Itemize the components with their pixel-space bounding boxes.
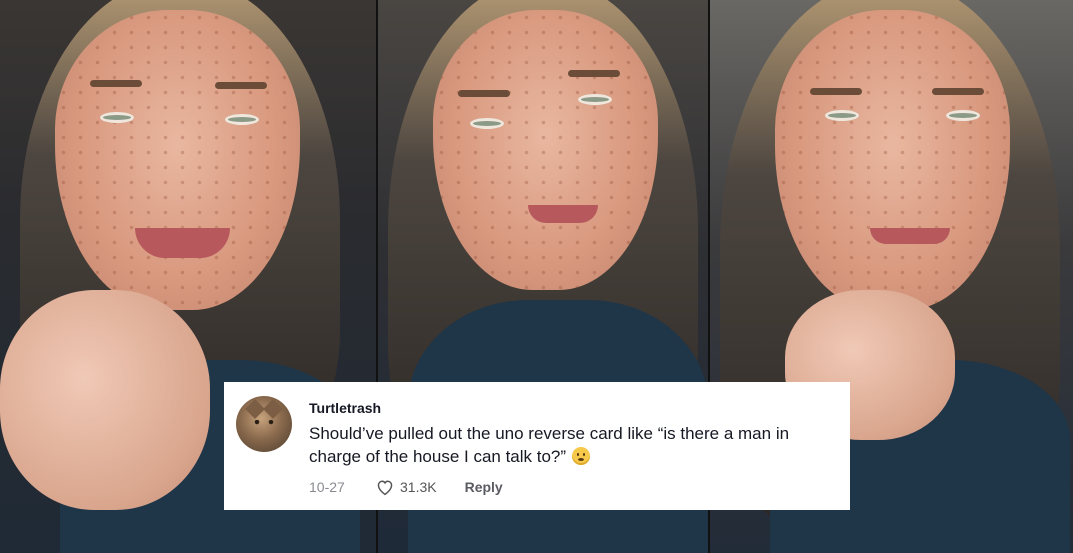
face-with-open-mouth-emoji	[572, 447, 591, 465]
eyebrow	[932, 88, 984, 95]
face	[433, 10, 658, 290]
eye	[100, 112, 134, 123]
face	[775, 10, 1010, 310]
hand	[0, 290, 210, 510]
comment-card: Turtletrash Should’ve pulled out the uno…	[224, 382, 850, 510]
mouth	[135, 228, 230, 258]
like-count: 31.3K	[400, 479, 437, 495]
eye	[946, 110, 980, 121]
eyebrow	[90, 80, 142, 87]
eyebrow	[568, 70, 620, 77]
mouth	[528, 205, 598, 223]
comment-text: Should’ve pulled out the uno reverse car…	[309, 422, 839, 468]
reply-button[interactable]: Reply	[465, 479, 503, 495]
cat-avatar[interactable]	[236, 396, 292, 452]
eye	[578, 94, 612, 105]
comment-meta: 10-27 31.3K Reply	[309, 477, 503, 497]
like-button[interactable]: 31.3K	[375, 478, 437, 496]
mouth	[870, 228, 950, 244]
eye	[225, 114, 259, 125]
comment-username[interactable]: Turtletrash	[309, 400, 381, 416]
face	[55, 10, 300, 310]
eye	[470, 118, 504, 129]
eyebrow	[215, 82, 267, 89]
eye	[825, 110, 859, 121]
comment-body: Should’ve pulled out the uno reverse car…	[309, 424, 790, 466]
heart-icon	[377, 480, 393, 496]
comment-date: 10-27	[309, 479, 345, 495]
eyebrow	[458, 90, 510, 97]
eyebrow	[810, 88, 862, 95]
